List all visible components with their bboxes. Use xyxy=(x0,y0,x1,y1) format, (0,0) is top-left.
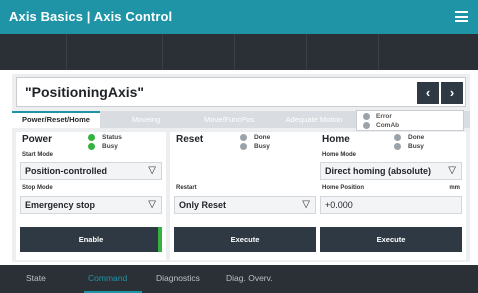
tab-adequate-motion[interactable]: Adequate Motion xyxy=(274,111,354,128)
comab-label: ComAb xyxy=(376,122,400,129)
error-led-icon xyxy=(363,113,370,120)
done-label: Done xyxy=(408,134,425,141)
done-label: Done xyxy=(254,134,271,141)
enable-button[interactable]: Enable xyxy=(20,227,162,252)
home-position-value: +0.000 xyxy=(325,200,353,210)
chevron-down-icon: ▽ xyxy=(302,199,310,210)
comab-indicator: ComAb xyxy=(363,122,399,129)
done-led-icon xyxy=(394,134,401,141)
bottom-tab-state[interactable]: State xyxy=(26,273,46,283)
status-led-icon xyxy=(88,134,95,141)
toolbar-divider xyxy=(306,34,307,70)
busy-led-icon xyxy=(240,143,247,150)
chevron-down-icon: ▽ xyxy=(148,165,156,176)
home-execute-button[interactable]: Execute xyxy=(320,227,462,252)
axis-name: "PositioningAxis" xyxy=(25,84,145,100)
chevron-down-icon: ▽ xyxy=(448,165,456,176)
home-execute-label: Execute xyxy=(376,235,406,244)
chevron-down-icon: ▽ xyxy=(148,199,156,210)
home-section: Home Done Busy Home Mode Direct homing (… xyxy=(316,132,466,260)
home-busy-indicator: Busy xyxy=(394,143,424,150)
bottom-tab-bar: State Command Diagnostics Diag. Overv. xyxy=(0,265,478,293)
error-label: Error xyxy=(376,113,392,120)
next-axis-button[interactable]: › xyxy=(441,82,463,104)
reset-execute-button[interactable]: Execute xyxy=(174,227,316,252)
axis-header: "PositioningAxis" ‹ › xyxy=(16,77,466,107)
start-mode-value: Position-controlled xyxy=(25,166,107,176)
bottom-tab-diagnostics[interactable]: Diagnostics xyxy=(156,273,200,283)
error-indicator: Error xyxy=(363,113,392,120)
restart-label: Restart xyxy=(176,185,197,191)
reset-done-indicator: Done xyxy=(240,134,270,141)
toolbar-divider xyxy=(378,34,379,70)
home-mode-label: Home Mode xyxy=(322,152,357,158)
busy-led-icon xyxy=(394,143,401,150)
reset-section: Reset Done Busy Restart Only Reset ▽ Exe… xyxy=(170,132,320,260)
home-position-input[interactable]: +0.000 xyxy=(320,196,462,214)
enable-button-label: Enable xyxy=(78,235,104,244)
start-mode-label: Start Mode xyxy=(22,152,54,158)
bottom-tab-diag-overview[interactable]: Diag. Overv. xyxy=(226,273,273,283)
stop-mode-select[interactable]: Emergency stop ▽ xyxy=(20,196,162,214)
enabled-indicator-bar xyxy=(158,227,162,252)
home-title: Home xyxy=(322,134,350,145)
comab-led-icon xyxy=(363,122,370,129)
restart-value: Only Reset xyxy=(179,200,227,210)
previous-axis-button[interactable]: ‹ xyxy=(417,82,439,104)
busy-label: Busy xyxy=(408,143,424,150)
start-mode-select[interactable]: Position-controlled ▽ xyxy=(20,162,162,180)
home-mode-value: Direct homing (absolute) xyxy=(325,166,432,176)
hamburger-menu-icon[interactable] xyxy=(455,11,468,22)
home-mode-select[interactable]: Direct homing (absolute) ▽ xyxy=(320,162,462,180)
axis-status-box: Error ComAb xyxy=(356,110,464,131)
toolbar-divider xyxy=(234,34,235,70)
tab-power-reset-home[interactable]: Power/Reset/Home xyxy=(12,111,100,128)
home-position-label: Home Position xyxy=(322,185,365,191)
home-done-indicator: Done xyxy=(394,134,424,141)
reset-title: Reset xyxy=(176,134,204,145)
toolbar-divider xyxy=(66,34,67,70)
app-title-bar: Axis Basics | Axis Control xyxy=(0,0,478,34)
tab-move-funcpos[interactable]: Move/FuncPos xyxy=(188,111,270,128)
reset-busy-indicator: Busy xyxy=(240,143,270,150)
busy-label: Busy xyxy=(102,143,118,150)
status-label: Status xyxy=(102,134,122,141)
tab-moving[interactable]: Moveing xyxy=(108,111,184,128)
app-title: Axis Basics | Axis Control xyxy=(9,9,173,24)
restart-select[interactable]: Only Reset ▽ xyxy=(174,196,316,214)
toolbar-band xyxy=(0,34,478,70)
status-indicator: Status xyxy=(88,134,122,141)
done-led-icon xyxy=(240,134,247,141)
busy-indicator: Busy xyxy=(88,143,118,150)
busy-label: Busy xyxy=(254,143,270,150)
reset-execute-label: Execute xyxy=(230,235,260,244)
busy-led-icon xyxy=(88,143,95,150)
power-title: Power xyxy=(22,134,53,145)
home-position-unit: mm xyxy=(449,185,460,191)
bottom-tab-command[interactable]: Command xyxy=(88,273,127,283)
stop-mode-label: Stop Mode xyxy=(22,185,53,191)
axis-control-panel: "PositioningAxis" ‹ › Power/Reset/Home M… xyxy=(12,74,470,262)
stop-mode-value: Emergency stop xyxy=(25,200,96,210)
power-section: Power Status Busy Start Mode Position-co… xyxy=(16,132,166,260)
toolbar-divider xyxy=(162,34,163,70)
